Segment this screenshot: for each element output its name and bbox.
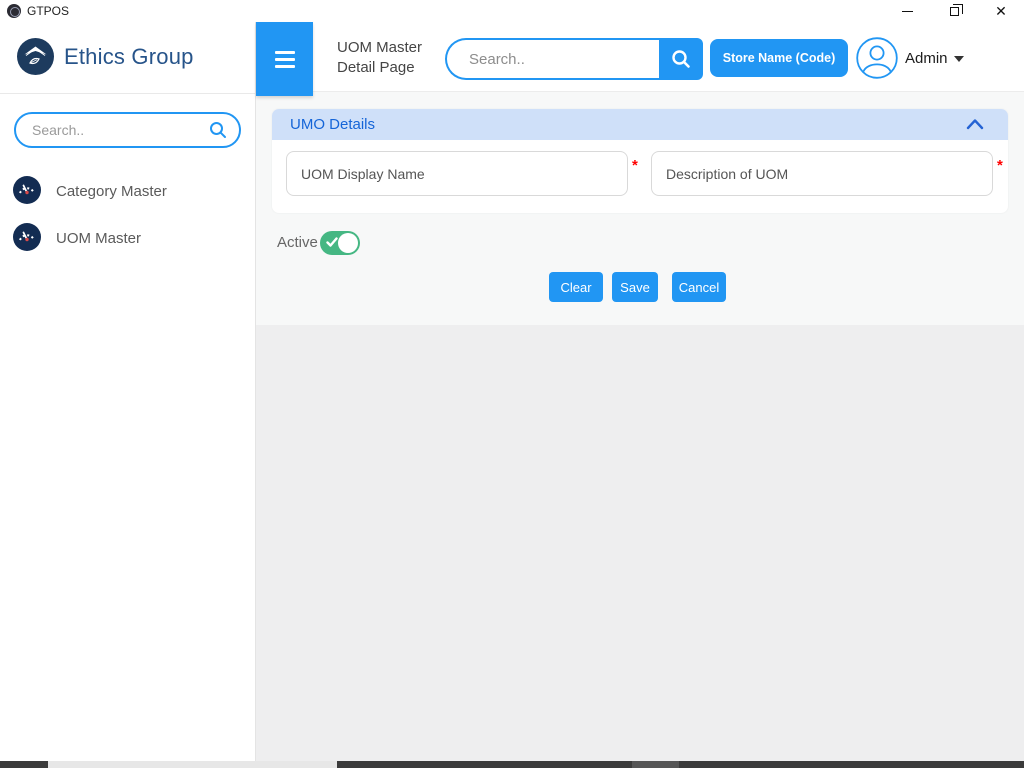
topbar-search-button[interactable]: [659, 38, 703, 80]
page-title-line1: UOM Master: [337, 38, 422, 58]
sidebar-search-box: [14, 112, 241, 148]
sidebar-item-category-master[interactable]: Category Master: [0, 170, 255, 210]
window-titlebar: GTPOS ✕: [0, 0, 1024, 22]
chevron-down-icon: [954, 56, 964, 62]
active-toggle[interactable]: [320, 231, 360, 255]
sidebar-item-label: Category Master: [56, 183, 167, 200]
user-menu[interactable]: Admin: [905, 50, 964, 67]
main-content: UMO Details * * Active Clear Save Cancel: [256, 92, 1024, 761]
topbar: UOM Master Detail Page Store Name (Code)…: [256, 22, 1024, 92]
window-title: GTPOS: [27, 4, 69, 18]
scrollbar-thumb[interactable]: [48, 761, 337, 768]
sidebar-item-label: UOM Master: [56, 230, 141, 247]
content-lower-area: [256, 325, 1024, 761]
page-title-line2: Detail Page: [337, 58, 422, 78]
user-name: Admin: [905, 50, 948, 67]
close-button[interactable]: ✕: [984, 0, 1018, 22]
required-asterisk: *: [997, 157, 1003, 174]
gauge-icon: [13, 223, 41, 251]
sidebar-search-input[interactable]: [32, 114, 208, 146]
umo-details-panel: UMO Details * *: [272, 109, 1008, 213]
hamburger-icon: [275, 51, 295, 54]
gauge-icon: [13, 176, 41, 204]
close-icon: ✕: [995, 4, 1007, 18]
save-button[interactable]: Save: [612, 272, 658, 302]
store-name-button[interactable]: Store Name (Code): [710, 39, 848, 77]
user-avatar-icon[interactable]: [856, 37, 898, 79]
search-icon: [671, 49, 691, 69]
scrollbar-segment[interactable]: [632, 761, 679, 768]
uom-display-name-input[interactable]: [286, 151, 628, 196]
active-label: Active: [277, 231, 318, 255]
menu-toggle-button[interactable]: [256, 22, 313, 96]
required-asterisk: *: [632, 157, 638, 174]
minimize-button[interactable]: [890, 0, 924, 22]
sidebar-item-uom-master[interactable]: UOM Master: [0, 217, 255, 257]
check-icon: [326, 236, 338, 248]
minimize-icon: [902, 11, 913, 12]
app-logo-icon: [7, 4, 21, 18]
horizontal-scrollbar: [0, 761, 1024, 768]
ethics-group-logo-icon: [17, 38, 54, 75]
topbar-search: [445, 38, 703, 80]
uom-description-input[interactable]: [651, 151, 993, 196]
active-row: Active: [277, 231, 360, 255]
brand-header: Ethics Group: [0, 22, 255, 94]
sidebar: Ethics Group Category Master: [0, 22, 256, 761]
restore-button[interactable]: [937, 0, 971, 22]
panel-title: UMO Details: [290, 116, 375, 133]
clear-button[interactable]: Clear: [549, 272, 603, 302]
search-icon: [209, 121, 227, 139]
brand-name: Ethics Group: [64, 44, 194, 70]
panel-header[interactable]: UMO Details: [272, 109, 1008, 140]
topbar-search-input[interactable]: [445, 38, 659, 80]
page-title: UOM Master Detail Page: [337, 38, 422, 79]
restore-icon: [950, 7, 959, 16]
cancel-button[interactable]: Cancel: [672, 272, 726, 302]
app-window: GTPOS ✕ Ethics Group: [0, 0, 1024, 768]
chevron-up-icon[interactable]: [966, 118, 984, 130]
toggle-knob: [338, 233, 358, 253]
